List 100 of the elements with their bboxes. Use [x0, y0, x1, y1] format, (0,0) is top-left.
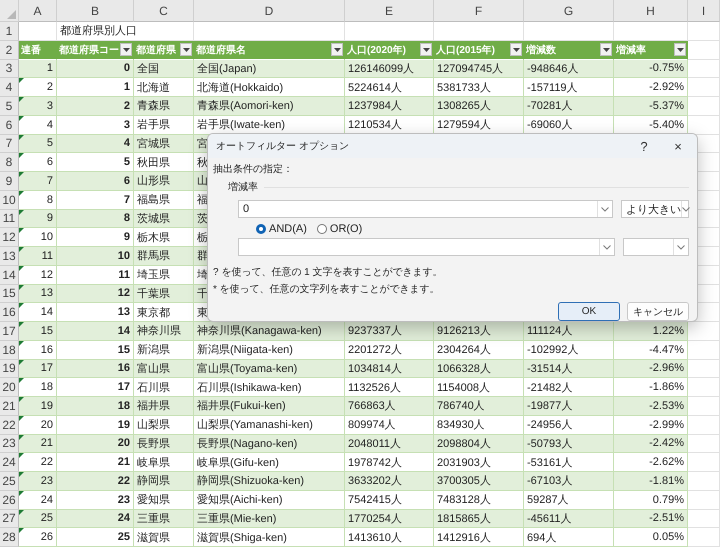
caret-icon	[676, 48, 684, 52]
row-header[interactable]: 8	[0, 153, 19, 172]
table-cell: -2.96%	[614, 360, 688, 378]
table-cell	[688, 397, 720, 416]
row-header[interactable]: 17	[0, 322, 19, 341]
row-header[interactable]: 24	[0, 453, 19, 472]
row-header[interactable]: 12	[0, 228, 19, 247]
row-header[interactable]: 11	[0, 210, 19, 228]
row-header[interactable]: 6	[0, 116, 19, 134]
column-header[interactable]: I	[688, 0, 720, 22]
table-cell: 1.22%	[614, 322, 688, 341]
header-label: 増減数	[526, 43, 557, 57]
table-cell	[688, 78, 720, 97]
table-cell: 山形県	[134, 172, 194, 191]
filter-button[interactable]	[331, 43, 343, 56]
table-cell: 千葉県	[134, 284, 194, 304]
table-cell	[688, 510, 720, 528]
header-label: 人口(2020年)	[347, 44, 407, 57]
caret-icon	[422, 48, 430, 52]
column-header[interactable]: F	[434, 0, 524, 22]
row-header[interactable]: 18	[0, 340, 19, 360]
column-header[interactable]: G	[524, 0, 614, 22]
table-cell: 1034814人	[345, 360, 434, 378]
row-header[interactable]: 4	[0, 78, 19, 97]
table-cell: 21	[19, 434, 57, 454]
table-cell: -2.53%	[614, 397, 688, 416]
row-header[interactable]: 3	[0, 60, 19, 78]
table-cell: 3	[19, 97, 57, 116]
filter-button[interactable]	[674, 43, 686, 56]
dialog-button[interactable]: キャンセル	[627, 302, 689, 321]
row-header[interactable]: 2	[0, 40, 19, 60]
table-cell: 群馬県	[134, 247, 194, 266]
table-cell: 富山県(Toyama-ken)	[194, 360, 345, 378]
row-header[interactable]: 23	[0, 434, 19, 454]
table-cell: 1237984人	[345, 97, 434, 116]
row-header[interactable]: 14	[0, 266, 19, 284]
filter-button[interactable]	[510, 43, 522, 56]
table-cell: 滋賀県	[134, 528, 194, 547]
caret-icon	[122, 48, 130, 52]
row-header[interactable]: 28	[0, 528, 19, 547]
table-cell	[688, 60, 720, 78]
filter-button[interactable]	[420, 43, 432, 56]
table-cell: 23	[19, 472, 57, 491]
caret-icon	[602, 48, 610, 52]
column-header[interactable]: C	[134, 0, 194, 22]
caret-icon	[677, 244, 685, 250]
row-header[interactable]: 26	[0, 490, 19, 510]
table-cell	[688, 360, 720, 378]
caret-icon	[334, 48, 340, 52]
table-cell	[688, 40, 720, 60]
row-header[interactable]: 1	[0, 22, 19, 41]
table-cell: 127094745人	[434, 60, 524, 78]
row-header[interactable]: 20	[0, 378, 19, 397]
column-header[interactable]: A	[19, 0, 57, 22]
table-cell	[688, 453, 720, 472]
filter-button[interactable]	[120, 43, 132, 56]
row-header[interactable]: 15	[0, 284, 19, 304]
table-cell: 24	[57, 510, 134, 528]
table-cell	[688, 490, 720, 510]
table-cell: 126146099人	[345, 60, 434, 78]
table-cell: 神奈川県	[134, 322, 194, 341]
table-cell: 宮城県	[134, 134, 194, 154]
column-header[interactable]: H	[614, 0, 688, 22]
row-header[interactable]: 25	[0, 472, 19, 491]
row-header[interactable]: 7	[0, 134, 19, 154]
filter-button[interactable]	[180, 43, 192, 56]
table-cell: 福井県	[134, 397, 194, 416]
table-cell: 1066328人	[434, 360, 524, 378]
row-header[interactable]: 5	[0, 97, 19, 116]
column-header[interactable]: E	[345, 0, 434, 22]
filter-button[interactable]	[600, 43, 612, 56]
table-cell: 4	[57, 134, 134, 154]
close-button[interactable]: ×	[665, 138, 691, 154]
caret-icon	[602, 244, 611, 250]
caret-icon	[512, 48, 520, 52]
table-cell: -19877人	[524, 397, 614, 416]
table-cell: 22	[57, 472, 134, 491]
row-header[interactable]: 13	[0, 247, 19, 266]
dialog-button[interactable]: OK	[558, 302, 620, 321]
column-header[interactable]: D	[194, 0, 345, 22]
row-header[interactable]: 19	[0, 360, 19, 378]
caret-icon	[601, 206, 609, 212]
row-header[interactable]: 10	[0, 190, 19, 210]
value-combo-box[interactable]: 0	[238, 200, 613, 218]
row-header[interactable]: 22	[0, 416, 19, 434]
row-header[interactable]: 27	[0, 510, 19, 528]
table-cell: 3633202人	[345, 472, 434, 491]
column-header[interactable]: B	[57, 0, 134, 22]
help-button[interactable]: ?	[631, 138, 657, 154]
table-cell: -70281人	[524, 97, 614, 116]
row-header[interactable]: 9	[0, 172, 19, 191]
table-cell: 福井県(Fukui-ken)	[194, 397, 345, 416]
caret-icon	[182, 48, 190, 52]
table-cell: 13	[19, 284, 57, 304]
row-header[interactable]: 16	[0, 303, 19, 322]
table-cell: 0.05%	[614, 528, 688, 547]
table-cell: 10	[57, 247, 134, 266]
operator-combo-box[interactable]: より大きい	[621, 200, 689, 218]
table-cell	[688, 97, 720, 116]
row-header[interactable]: 21	[0, 397, 19, 416]
